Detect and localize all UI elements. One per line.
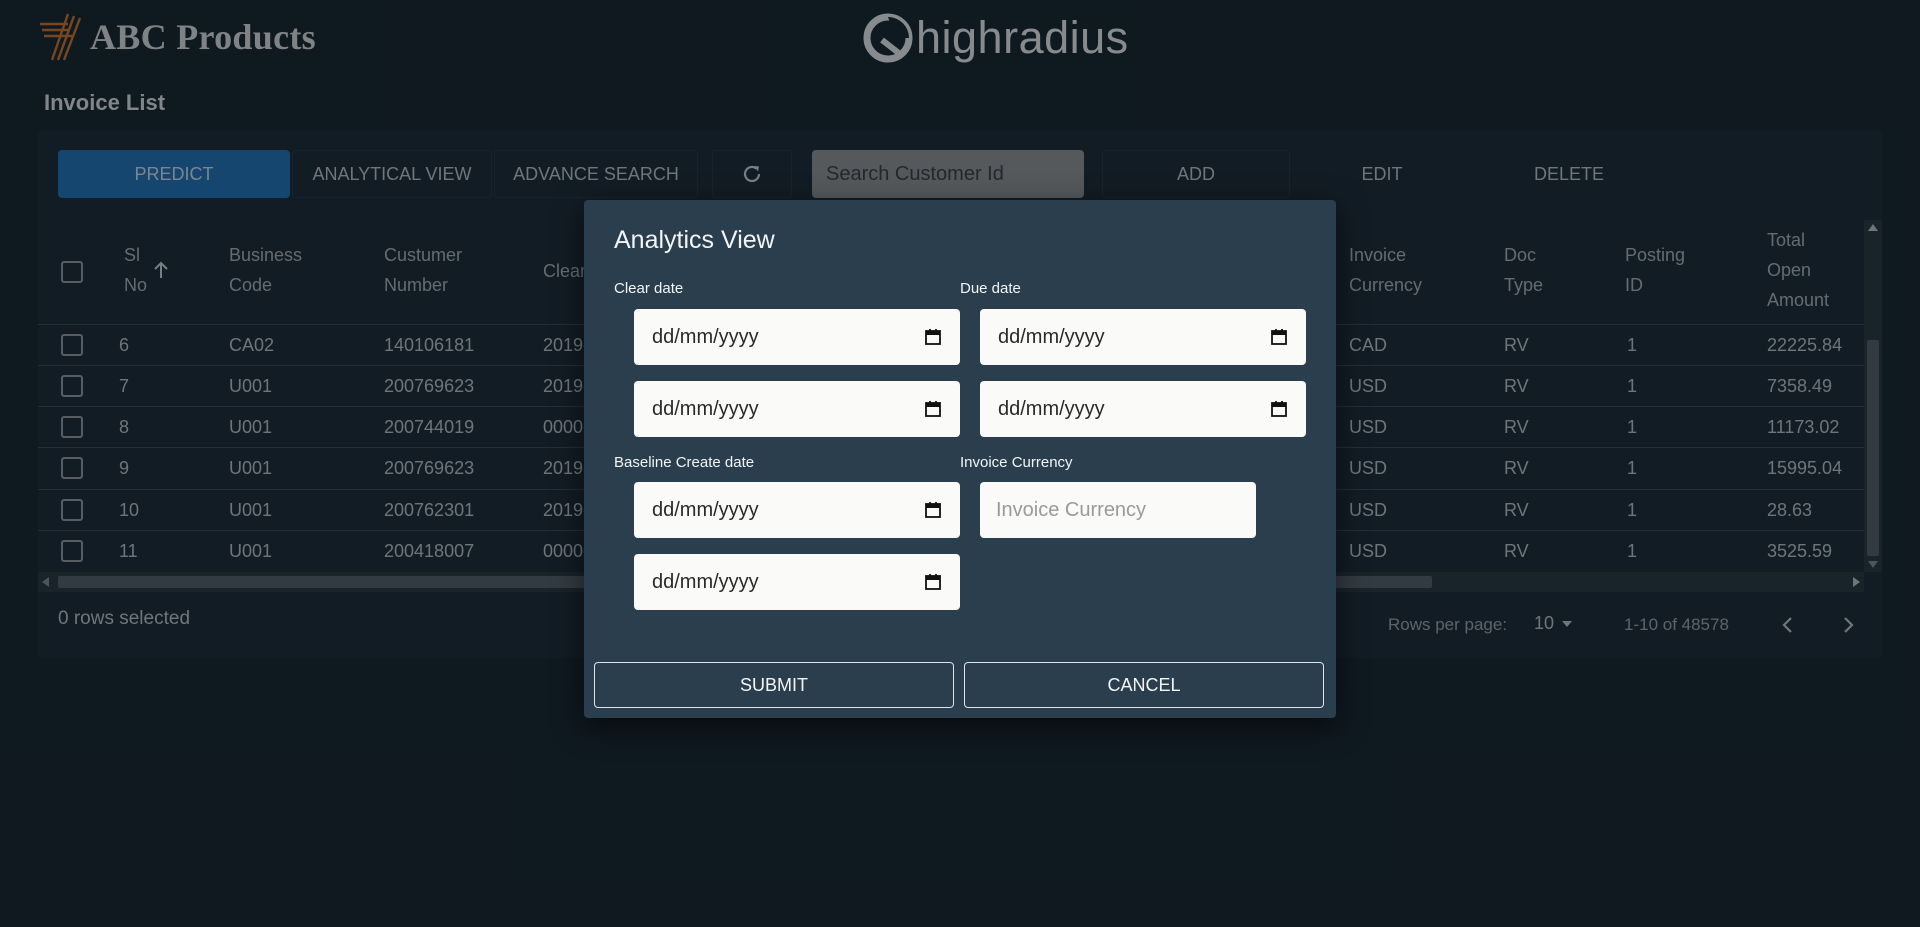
submit-button[interactable]: SUBMIT (594, 662, 954, 708)
baseline-create-date-label: Baseline Create date (614, 454, 755, 471)
calendar-icon[interactable] (924, 328, 942, 346)
date-placeholder: dd/mm/yyyy (652, 570, 759, 593)
date-placeholder: dd/mm/yyyy (998, 397, 1105, 420)
analytics-view-dialog: Analytics View Clear date Due date dd/mm… (584, 200, 1336, 718)
due-date-from-input[interactable]: dd/mm/yyyy (980, 309, 1306, 365)
due-date-to-input[interactable]: dd/mm/yyyy (980, 381, 1306, 437)
baseline-create-date-from-input[interactable]: dd/mm/yyyy (634, 482, 960, 538)
dialog-title: Analytics View (614, 226, 775, 254)
clear-date-from-input[interactable]: dd/mm/yyyy (634, 309, 960, 365)
calendar-icon[interactable] (1270, 328, 1288, 346)
calendar-icon[interactable] (924, 400, 942, 418)
date-placeholder: dd/mm/yyyy (998, 325, 1105, 348)
date-placeholder: dd/mm/yyyy (652, 325, 759, 348)
invoice-currency-input[interactable] (980, 482, 1256, 538)
cancel-button[interactable]: CANCEL (964, 662, 1324, 708)
date-placeholder: dd/mm/yyyy (652, 397, 759, 420)
calendar-icon[interactable] (924, 501, 942, 519)
calendar-icon[interactable] (1270, 400, 1288, 418)
calendar-icon[interactable] (924, 573, 942, 591)
clear-date-to-input[interactable]: dd/mm/yyyy (634, 381, 960, 437)
date-placeholder: dd/mm/yyyy (652, 498, 759, 521)
baseline-create-date-to-input[interactable]: dd/mm/yyyy (634, 554, 960, 610)
due-date-label: Due date (960, 280, 1021, 297)
invoice-currency-label: Invoice Currency (960, 454, 1073, 471)
clear-date-label: Clear date (614, 280, 684, 297)
